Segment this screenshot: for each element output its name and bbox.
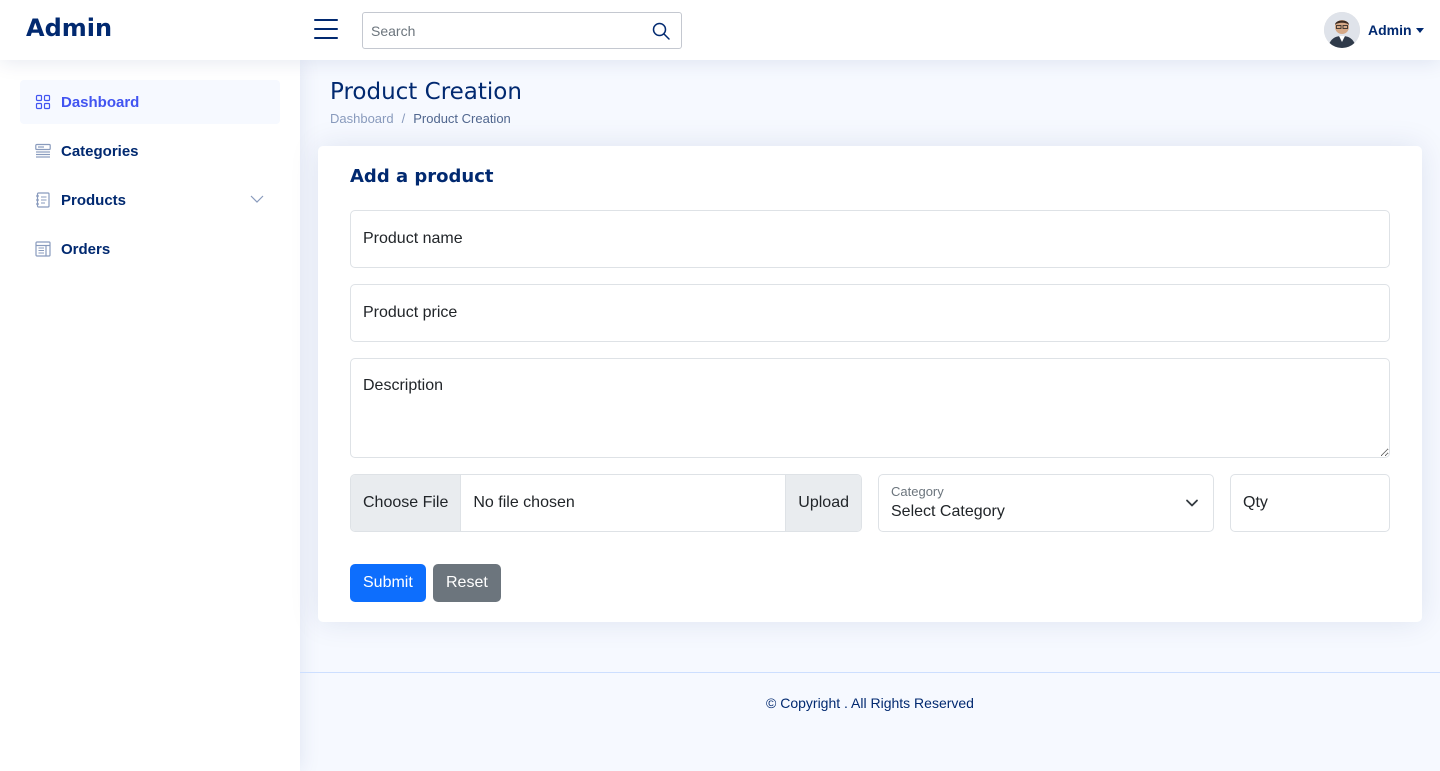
breadcrumb: Dashboard / Product Creation xyxy=(330,111,511,126)
page-title: Product Creation xyxy=(330,79,522,105)
chevron-down-icon xyxy=(1186,499,1198,507)
sidebar-item-label: Categories xyxy=(61,142,139,160)
sidebar-item-label: Dashboard xyxy=(61,93,140,111)
breadcrumb-separator: / xyxy=(401,111,406,126)
caret-down-icon xyxy=(1415,27,1424,33)
sidebar-toggle-icon[interactable] xyxy=(314,19,338,41)
search-input[interactable] xyxy=(363,13,643,48)
search-icon[interactable] xyxy=(651,21,671,41)
journal-text-icon xyxy=(36,192,50,208)
upload-button[interactable]: Upload xyxy=(785,475,861,531)
sidebar-item-dashboard[interactable]: Dashboard xyxy=(20,80,280,124)
sidebar-item-label: Products xyxy=(61,191,127,209)
sidebar-item-orders[interactable]: Orders xyxy=(20,227,280,271)
category-label: Category xyxy=(891,484,944,499)
breadcrumb-home-link[interactable]: Dashboard xyxy=(330,111,394,126)
description-textarea[interactable] xyxy=(350,358,1390,458)
card-title: Add a product xyxy=(350,166,494,187)
category-select[interactable]: Category Select Category xyxy=(878,474,1214,532)
profile-dropdown[interactable]: Admin xyxy=(1324,12,1424,48)
choose-file-button[interactable]: Choose File xyxy=(351,475,462,531)
breadcrumb-current: Product Creation xyxy=(413,111,511,126)
sidebar-item-products[interactable]: Products xyxy=(20,178,280,222)
grid-icon xyxy=(35,94,51,110)
file-status: No file chosen xyxy=(473,494,575,511)
sidebar-item-categories[interactable]: Categories xyxy=(20,129,280,173)
reset-button[interactable]: Reset xyxy=(433,564,501,602)
menu-button-icon xyxy=(35,143,51,158)
product-price-input[interactable] xyxy=(350,284,1390,342)
app-logo[interactable]: Admin xyxy=(26,14,112,42)
profile-name: Admin xyxy=(1368,22,1412,38)
submit-button[interactable]: Submit xyxy=(350,564,426,602)
file-upload-group: Choose File No file chosen Upload xyxy=(350,474,862,532)
qty-input[interactable] xyxy=(1230,474,1390,532)
footer: © Copyright . All Rights Reserved xyxy=(300,672,1440,771)
product-form-card: Add a product Choose File No file chosen… xyxy=(318,146,1422,622)
product-name-input[interactable] xyxy=(350,210,1390,268)
sidebar: Dashboard Categories Products Orders xyxy=(0,60,300,771)
category-value: Select Category xyxy=(891,503,1005,520)
layout-text-window-icon xyxy=(35,241,51,257)
chevron-down-icon xyxy=(250,195,264,203)
sidebar-item-label: Orders xyxy=(61,240,111,258)
search-bar xyxy=(362,12,682,49)
copyright-text: © Copyright . All Rights Reserved xyxy=(766,695,974,711)
top-header: Admin Admin xyxy=(0,0,1440,60)
avatar xyxy=(1324,12,1360,48)
